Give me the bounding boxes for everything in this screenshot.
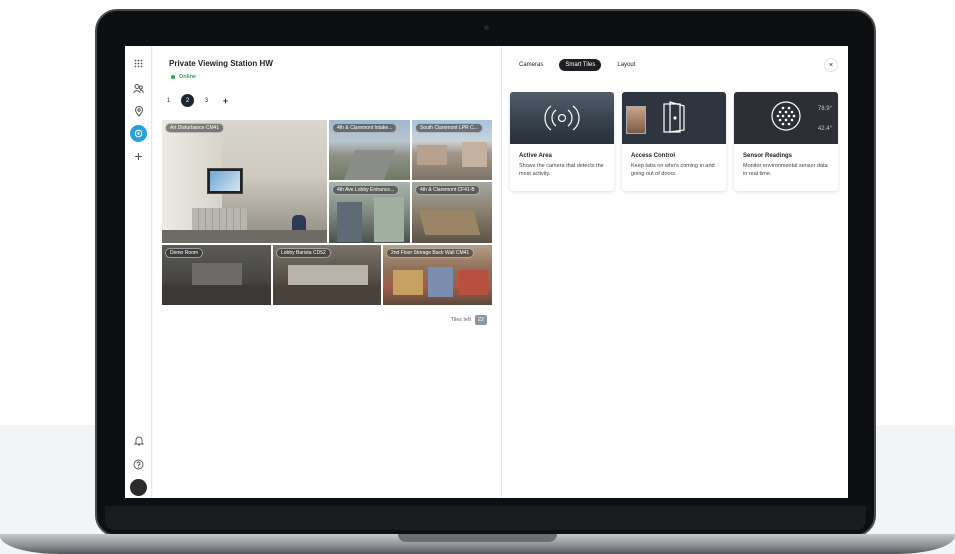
tab-smart-tiles[interactable]: Smart Tiles	[559, 59, 602, 71]
camera-tile-label: 4th Ave Lobby Entrance...	[332, 185, 400, 195]
page-title: Private Viewing Station HW	[169, 59, 273, 68]
camera-tile-label: 2nd Floor Storage Back Wall CM41	[386, 248, 475, 258]
tiles-left-count: 22	[474, 315, 487, 325]
smart-tiles-panel: Cameras Smart Tiles Layout × Active Area…	[501, 46, 848, 498]
page-selector: 1 2 3 +	[162, 94, 232, 107]
camera-tile[interactable]: 4th Ave Lobby Entrance...	[328, 181, 411, 244]
reading-low: 42.4°	[817, 126, 832, 132]
avatar[interactable]	[130, 479, 147, 496]
camera-tile[interactable]: 4th & Claremont Intake...	[328, 119, 411, 181]
camera-tile-label: South Claremont LPR C...	[415, 123, 483, 133]
card-title: Active Area	[519, 153, 552, 159]
add-page-button[interactable]: +	[219, 94, 232, 107]
apps-grid-icon[interactable]	[131, 56, 146, 71]
card-description: Keep tabs on who's coming in and going o…	[631, 163, 715, 177]
card-title: Access Control	[631, 153, 676, 159]
online-dot-icon	[171, 75, 175, 79]
sensor-readings-thumbnail: 78.9° 42.4°	[734, 92, 838, 144]
tab-layout[interactable]: Layout	[611, 59, 641, 71]
sensor-dots-icon	[771, 101, 801, 131]
camera-tile-label: Lobby Barista CD52	[276, 248, 331, 258]
sidebar: +	[125, 46, 152, 498]
page-2-button[interactable]: 2	[181, 94, 194, 107]
camera-tile[interactable]: Demo Room	[161, 244, 272, 306]
panel-tabs: Cameras Smart Tiles Layout	[513, 59, 641, 71]
location-pin-icon[interactable]	[131, 104, 146, 119]
laptop-camera	[484, 25, 489, 30]
laptop-notch	[398, 534, 557, 542]
camera-tile-label: 4th & Claremont Intake...	[332, 123, 398, 133]
reading-high: 78.9°	[817, 106, 832, 112]
camera-tile-label: Demo Room	[165, 248, 204, 258]
smart-tile-card-access-control[interactable]: Access Control Keep tabs on who's coming…	[622, 92, 726, 191]
card-title: Sensor Readings	[743, 153, 793, 159]
door-icon	[663, 101, 685, 133]
camera-tile-label: 4th & Claremont CF41-B	[415, 185, 480, 195]
access-control-thumbnail	[622, 92, 726, 144]
cameras-icon[interactable]	[130, 125, 147, 142]
camera-tile[interactable]: 4th & Claremont CF41-B	[411, 181, 493, 244]
camera-tile[interactable]: 2nd Floor Storage Back Wall CM41	[382, 244, 493, 306]
camera-tile-label: Art Disturbance CM41	[165, 123, 225, 133]
card-description: Monitor environmental sensor data in rea…	[743, 163, 828, 177]
help-icon[interactable]	[131, 457, 146, 472]
viewing-station-panel: Private Viewing Station HW Online 1 2 3 …	[153, 46, 501, 498]
camera-tile[interactable]: South Claremont LPR C...	[411, 119, 493, 181]
status-badge: Online	[171, 74, 196, 80]
tiles-left-indicator: Tiles left 22	[451, 315, 487, 325]
smart-tile-card-sensor-readings[interactable]: 78.9° 42.4° Sensor Readings Monitor envi…	[734, 92, 838, 191]
close-icon[interactable]: ×	[824, 58, 838, 72]
bell-icon[interactable]	[131, 433, 146, 448]
camera-grid: Art Disturbance CM41 4th & Claremont Int…	[161, 119, 493, 306]
smart-tile-card-active-area[interactable]: Active Area Shows the camera that detect…	[510, 92, 614, 191]
status-text: Online	[179, 74, 197, 80]
smart-tile-cards: Active Area Shows the camera that detect…	[510, 92, 838, 191]
page-3-button[interactable]: 3	[200, 94, 213, 107]
plus-icon[interactable]: +	[131, 148, 146, 164]
laptop-screen: + Private Viewing Station HW Online 1 2 …	[125, 46, 848, 498]
laptop-chin	[105, 506, 866, 530]
camera-tile[interactable]: Lobby Barista CD52	[272, 244, 382, 306]
active-area-thumbnail	[510, 92, 614, 144]
tiles-left-label: Tiles left	[450, 317, 471, 323]
page-1-button[interactable]: 1	[162, 94, 175, 107]
card-description: Shows the camera that detects the most a…	[519, 163, 604, 177]
camera-tile[interactable]: Art Disturbance CM41	[161, 119, 328, 244]
people-icon[interactable]	[131, 81, 146, 96]
activity-waves-icon	[544, 105, 580, 131]
tab-cameras[interactable]: Cameras	[513, 59, 549, 71]
